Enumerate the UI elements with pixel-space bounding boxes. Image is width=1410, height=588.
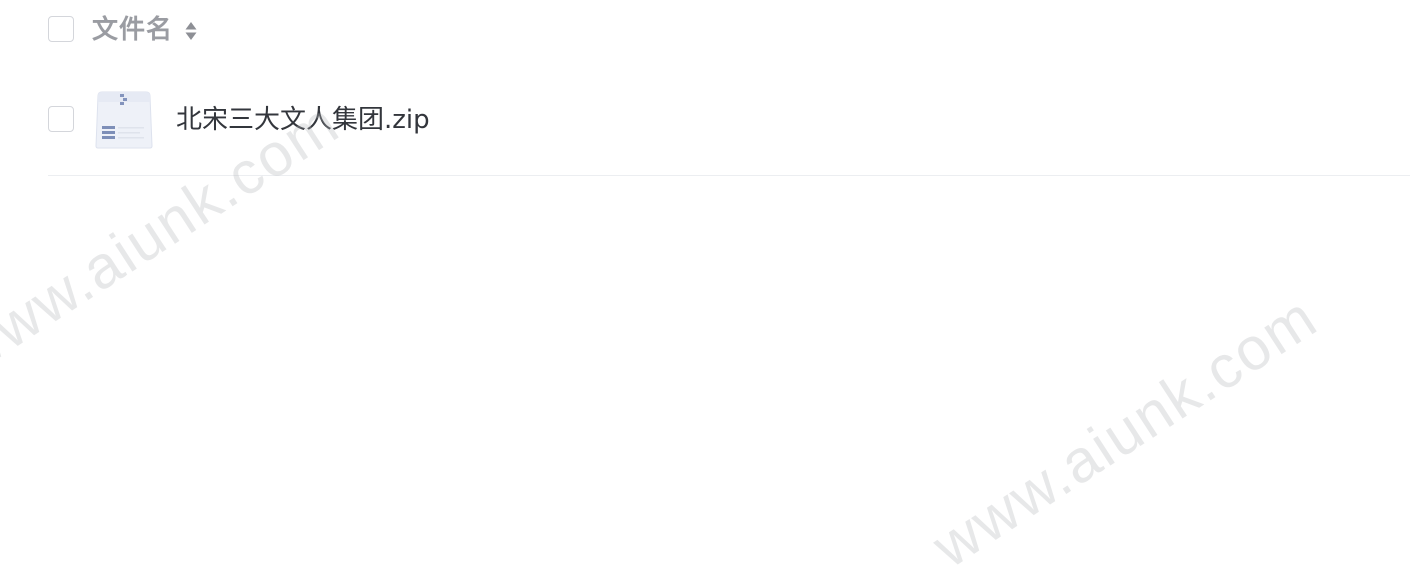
column-header-filename[interactable]: 文件名 [92,14,173,46]
file-name[interactable]: 北宋三大文人集团.zip [176,103,430,137]
file-list-page: 文件名 北宋三大文人集团.zip www.aiunk.com www.aiunk… [0,0,1410,588]
watermark: www.aiunk.com [920,282,1329,581]
sort-icon[interactable] [184,20,198,42]
select-all-checkbox[interactable] [48,16,74,42]
file-list-header: 文件名 [0,0,1410,62]
table-row[interactable]: 北宋三大文人集团.zip [48,76,1410,176]
zip-file-icon [95,91,153,149]
file-checkbox[interactable] [48,106,74,132]
